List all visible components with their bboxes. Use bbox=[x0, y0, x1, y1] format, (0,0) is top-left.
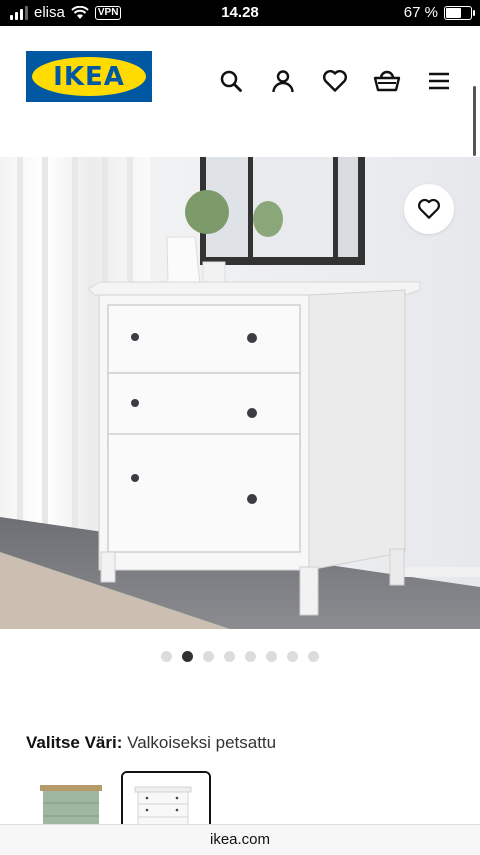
carousel-dot[interactable] bbox=[161, 651, 172, 662]
basket-icon[interactable] bbox=[372, 66, 402, 96]
header-icons bbox=[216, 66, 454, 96]
carousel-dot[interactable] bbox=[224, 651, 235, 662]
battery-percent: 67 % bbox=[403, 4, 438, 21]
page-scrollbar[interactable] bbox=[473, 86, 476, 156]
heart-icon bbox=[418, 198, 440, 219]
url-text: ikea.com bbox=[209, 831, 271, 848]
carousel-dots bbox=[0, 651, 480, 662]
color-value: Valkoiseksi petsattu bbox=[127, 733, 277, 752]
logo-text: IKEA bbox=[53, 62, 125, 92]
color-swatch-grey-green[interactable] bbox=[34, 771, 120, 831]
status-bar: elisa VPN 14.28 67 % bbox=[0, 0, 480, 26]
site-header: IKEA bbox=[0, 26, 480, 156]
favorite-button[interactable] bbox=[404, 184, 454, 234]
carousel-dot[interactable] bbox=[182, 651, 193, 662]
carousel-dot[interactable] bbox=[308, 651, 319, 662]
browser-url-bar[interactable]: ikea.com bbox=[0, 824, 480, 855]
battery-icon bbox=[444, 5, 475, 20]
carousel-dot[interactable] bbox=[266, 651, 277, 662]
user-icon[interactable] bbox=[268, 66, 298, 96]
product-photo bbox=[0, 157, 480, 629]
carousel-dot[interactable] bbox=[287, 651, 298, 662]
carousel-dot[interactable] bbox=[203, 651, 214, 662]
menu-icon[interactable] bbox=[424, 66, 454, 96]
search-icon[interactable] bbox=[216, 66, 246, 96]
heart-icon[interactable] bbox=[320, 66, 350, 96]
status-right: 67 % bbox=[403, 4, 475, 21]
product-image-carousel[interactable] bbox=[0, 157, 480, 629]
color-label: Valitse Väri: bbox=[26, 733, 123, 752]
color-selector-label: Valitse Väri: Valkoiseksi petsattu bbox=[26, 733, 276, 753]
carousel-dot[interactable] bbox=[245, 651, 256, 662]
ikea-logo[interactable]: IKEA bbox=[26, 51, 152, 102]
